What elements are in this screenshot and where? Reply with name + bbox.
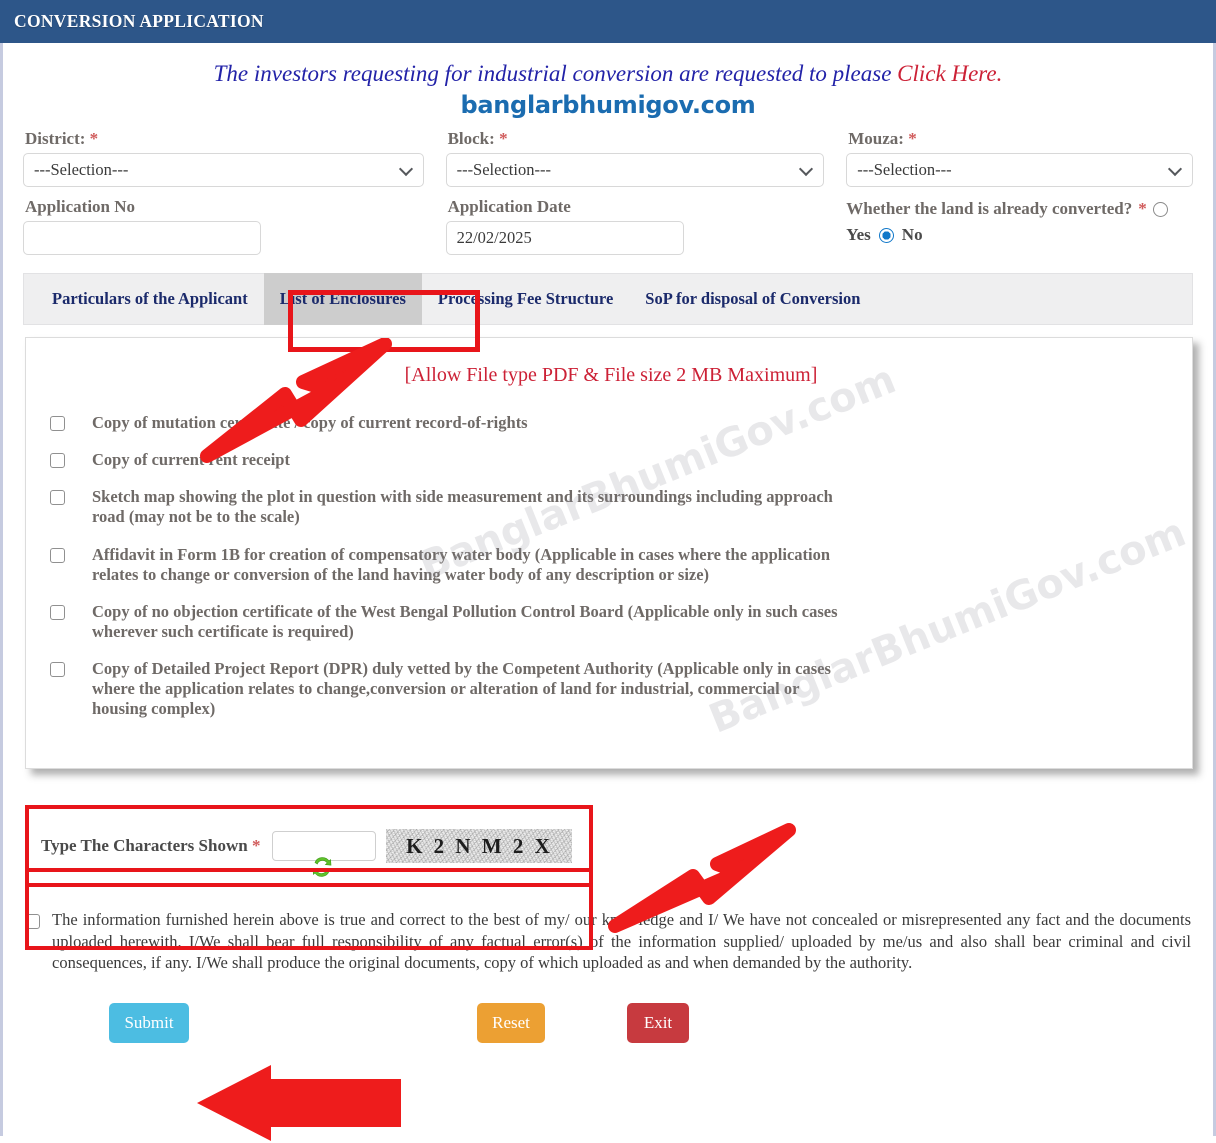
banner-text: The investors requesting for industrial …	[213, 61, 898, 86]
application-no-input[interactable]	[23, 221, 261, 255]
list-item: Copy of Detailed Project Report (DPR) du…	[50, 659, 1172, 719]
converted-question-text: Whether the land is already converted?	[846, 199, 1133, 218]
chevron-down-icon	[799, 161, 814, 177]
chevron-down-icon	[1167, 161, 1183, 177]
list-item: Sketch map showing the plot in question …	[50, 487, 1172, 527]
converted-question: Whether the land is already converted? *	[846, 199, 1193, 219]
converted-field: Whether the land is already converted? *…	[824, 187, 1193, 255]
enclosure-checkbox-6[interactable]	[50, 662, 65, 677]
application-no-label: Application No	[25, 197, 136, 216]
enclosure-label-6: Copy of Detailed Project Report (DPR) du…	[92, 659, 831, 719]
declaration-section: The information furnished herein above i…	[25, 909, 1191, 973]
conversion-application-page: CONVERSION APPLICATION The investors req…	[0, 0, 1216, 1141]
file-type-note: [Allow File type PDF & File size 2 MB Ma…	[404, 364, 818, 386]
tab-processing-fee-structure[interactable]: Processing Fee Structure	[422, 273, 629, 325]
refresh-icon[interactable]	[309, 855, 335, 879]
district-select[interactable]: ---Selection---	[23, 153, 424, 187]
form-area: District: * ---Selection--- Block: * ---…	[3, 119, 1213, 255]
enclosures-panel: BanglarBhumiGov.com [Allow File type PDF…	[25, 337, 1193, 770]
reset-button[interactable]: Reset	[477, 1003, 545, 1044]
submit-button[interactable]: Submit	[109, 1003, 189, 1044]
button-row: Submit Reset Exit	[3, 993, 1213, 1053]
converted-options: Yes No	[846, 225, 1193, 245]
investor-banner: The investors requesting for industrial …	[3, 61, 1213, 87]
exit-button[interactable]: Exit	[627, 1003, 689, 1044]
list-item: Copy of no objection certificate of the …	[50, 602, 1172, 642]
enclosure-label-4: Affidavit in Form 1B for creation of com…	[92, 544, 831, 584]
enclosure-checkbox-2[interactable]	[50, 453, 65, 469]
mouza-select[interactable]: ---Selection---	[846, 153, 1193, 187]
tab-list-of-enclosures[interactable]: List of Enclosures	[263, 273, 422, 325]
required-marker: *	[89, 129, 99, 148]
captcha-section: Type The Characters Shown * K 2 N M 2 X	[25, 805, 593, 888]
annotation-arrow-to-submit	[197, 1065, 401, 1141]
mouza-field: Mouza: * ---Selection---	[824, 119, 1193, 187]
enclosure-checkbox-1[interactable]	[50, 416, 65, 431]
list-item: Copy of mutation certificate / copy of c…	[50, 413, 1172, 433]
block-value: ---Selection---	[456, 160, 551, 179]
tab-sop-for-disposal-of-conversion[interactable]: SoP for disposal of Conversion	[629, 273, 876, 325]
tab-bar: Particulars of the Applicant List of Enc…	[23, 273, 1193, 325]
tab-particulars-of-the-applicant[interactable]: Particulars of the Applicant	[36, 273, 264, 325]
district-label: District: *	[25, 129, 99, 148]
application-date-input[interactable]: 22/02/2025	[445, 221, 684, 255]
location-row: District: * ---Selection--- Block: * ---…	[23, 119, 1193, 187]
application-no-field: Application No	[23, 187, 424, 255]
captcha-image: K 2 N M 2 X	[386, 829, 573, 864]
application-date-value: 22/02/2025	[456, 228, 532, 247]
enclosure-label-2: Copy of current rent receipt	[92, 450, 290, 470]
enclosure-checkbox-3[interactable]	[50, 490, 65, 506]
declaration-checkbox[interactable]	[25, 914, 40, 930]
mouza-value: ---Selection---	[857, 160, 952, 179]
required-marker: *	[1138, 199, 1147, 218]
list-item: Copy of current rent receipt	[50, 450, 1172, 470]
block-select[interactable]: ---Selection---	[445, 153, 825, 187]
district-field: District: * ---Selection---	[23, 119, 424, 187]
enclosure-label-5: Copy of no objection certificate of the …	[92, 601, 838, 641]
required-marker: *	[908, 129, 917, 148]
required-marker: *	[251, 836, 261, 856]
app-header: CONVERSION APPLICATION	[0, 0, 1216, 43]
block-label: Block: *	[447, 129, 508, 148]
enclosure-label-3: Sketch map showing the plot in question …	[92, 487, 833, 527]
enclosure-checkbox-5[interactable]	[50, 604, 65, 620]
click-here-link[interactable]: Click Here.	[897, 61, 1002, 86]
chevron-down-icon	[398, 161, 413, 177]
converted-radio-no[interactable]	[878, 227, 894, 243]
application-date-label: Application Date	[447, 197, 571, 216]
required-marker: *	[499, 129, 508, 148]
application-date-field: Application Date 22/02/2025	[424, 187, 825, 255]
converted-radio-yes[interactable]	[1152, 201, 1168, 217]
mouza-label: Mouza: *	[848, 129, 917, 148]
block-field: Block: * ---Selection---	[424, 119, 825, 187]
captcha-label: Type The Characters Shown *	[41, 836, 261, 856]
declaration-text: The information furnished herein above i…	[52, 910, 1191, 972]
converted-yes-label: Yes	[846, 225, 871, 244]
converted-no-label: No	[901, 225, 923, 244]
list-item: Affidavit in Form 1B for creation of com…	[50, 545, 1172, 585]
enclosure-label-1: Copy of mutation certificate / copy of c…	[92, 413, 528, 432]
site-logo: banglarbhumigov.com	[460, 91, 756, 119]
page-title: CONVERSION APPLICATION	[14, 11, 264, 31]
application-row: Application No Application Date 22/02/20…	[23, 187, 1193, 255]
enclosure-checkbox-4[interactable]	[50, 547, 65, 563]
district-value: ---Selection---	[34, 160, 129, 179]
